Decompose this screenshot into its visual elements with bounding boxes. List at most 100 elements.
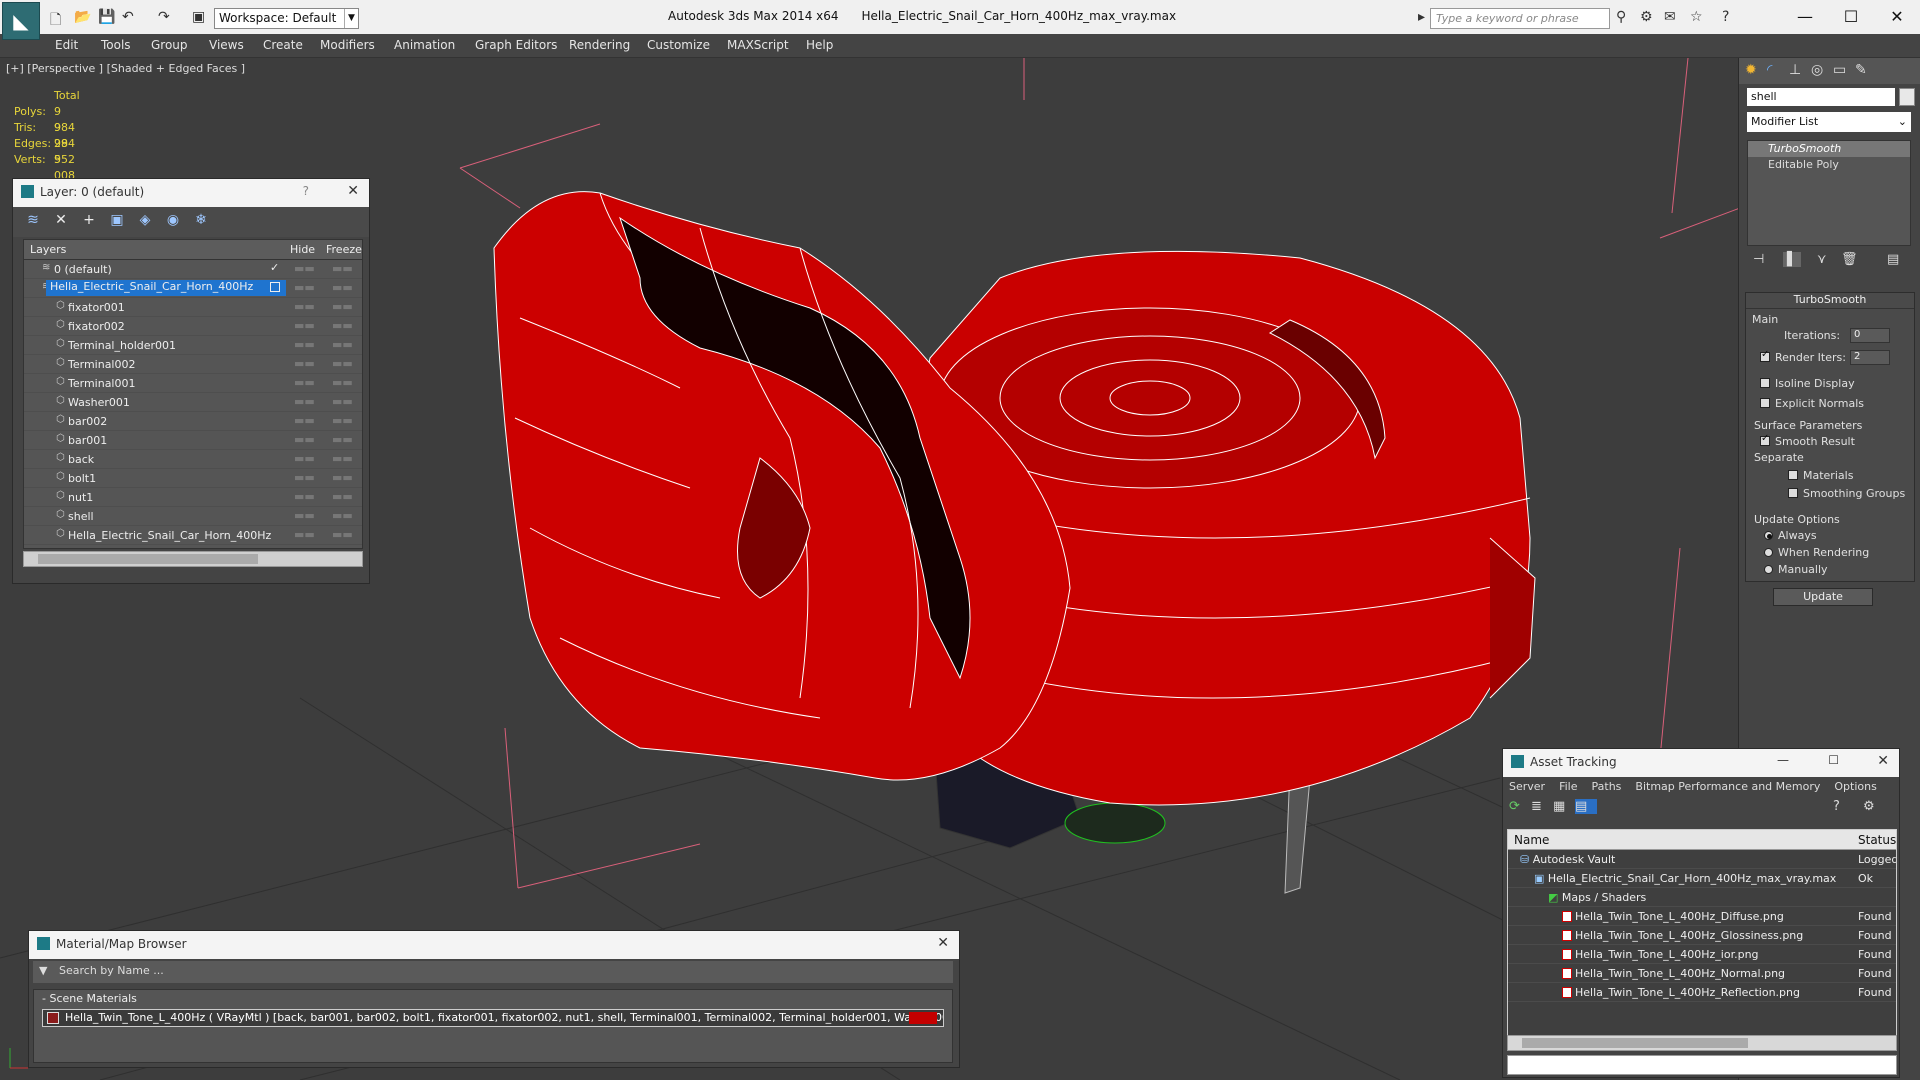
close-icon[interactable]: ✕ <box>1877 753 1889 769</box>
menu-views[interactable]: Views <box>209 38 244 52</box>
freeze-toggle-icon[interactable]: ▬▬ <box>332 319 353 332</box>
smooth-result-checkbox[interactable]: Smooth Result <box>1760 433 1855 448</box>
hide-toggle-icon[interactable]: ▬▬ <box>294 433 315 446</box>
layer-row[interactable]: ⬡ shell ▬▬ ▬▬ <box>24 507 362 526</box>
column-freeze[interactable]: Freeze <box>326 243 362 256</box>
layer-row[interactable]: ≋Hella_Electric_Snail_Car_Horn_400Hz▬▬▬▬ <box>24 279 362 298</box>
maximize-button[interactable]: ☐ <box>1828 4 1874 30</box>
workspace-dropdown[interactable]: Workspace: Default ▼ <box>214 8 359 29</box>
new-file-icon[interactable]: 🗋 <box>50 9 61 33</box>
freeze-toggle-icon[interactable]: ▬▬ <box>332 395 353 408</box>
manually-radio[interactable]: Manually <box>1764 563 1828 576</box>
object-name-field[interactable]: shell <box>1747 88 1895 106</box>
freeze-toggle-icon[interactable]: ▬▬ <box>332 262 353 275</box>
configure-sets-icon[interactable]: ▤ <box>1887 252 1899 267</box>
asset-row[interactable]: Hella_Twin_Tone_L_400Hz_Reflection.png Fo… <box>1508 983 1896 1002</box>
menu-graph-editors[interactable]: Graph Editors <box>475 38 557 52</box>
asset-row[interactable]: ◩ Maps / Shaders <box>1508 888 1896 907</box>
asset-row[interactable]: Hella_Twin_Tone_L_400Hz_Glossiness.png Fo… <box>1508 926 1896 945</box>
material-search-input[interactable]: ▼ Search by Name ... <box>33 961 953 983</box>
asset-row[interactable]: ⛁ Autodesk Vault Logged Out <box>1508 850 1896 869</box>
asset-row[interactable]: ▣ Hella_Electric_Snail_Car_Horn_400Hz_ma… <box>1508 869 1896 888</box>
object-color-swatch[interactable] <box>1899 88 1915 106</box>
modifier-list-dropdown[interactable]: Modifier List ⌄ <box>1747 112 1911 132</box>
layer-row[interactable]: ≋ 0 (default) ▬▬ ▬▬ ✓ <box>24 260 362 279</box>
column-status[interactable]: Status <box>1858 833 1896 847</box>
help-icon[interactable]: ? <box>303 184 309 198</box>
menu-maxscript[interactable]: MAXScript <box>727 38 789 52</box>
hide-toggle-icon[interactable]: ▬▬ <box>294 509 315 522</box>
layer-row[interactable]: ⬡ bar001 ▬▬ ▬▬ <box>24 431 362 450</box>
set-current-box-icon[interactable] <box>270 282 280 292</box>
hierarchy-tab-icon[interactable]: ⊥ <box>1789 62 1811 78</box>
menu-modifiers[interactable]: Modifiers <box>320 38 375 52</box>
pin-stack-icon[interactable]: ⊣ <box>1753 252 1764 267</box>
scene-materials-header[interactable]: - Scene Materials <box>34 990 952 1007</box>
column-name[interactable]: Name <box>1514 833 1549 847</box>
freeze-toggle-icon[interactable]: ▬▬ <box>332 376 353 389</box>
hide-toggle-icon[interactable]: ▬▬ <box>294 490 315 503</box>
rollout-title[interactable]: TurboSmooth <box>1746 293 1914 309</box>
list-view-icon[interactable]: ≣ <box>1531 799 1553 814</box>
communication-icon[interactable]: ✉ <box>1664 9 1676 25</box>
freeze-toggle-icon[interactable]: ▬▬ <box>332 338 353 351</box>
freeze-toggle-icon[interactable]: ▬▬ <box>332 509 353 522</box>
close-icon[interactable]: ✕ <box>937 935 949 951</box>
refresh-icon[interactable]: ⟳ <box>1509 799 1531 814</box>
horizontal-scrollbar[interactable] <box>23 551 363 567</box>
layer-row[interactable]: ⬡ Terminal002 ▬▬ ▬▬ <box>24 355 362 374</box>
app-menu-button[interactable]: ◣ <box>2 2 40 40</box>
material-item[interactable]: Hella_Twin_Tone_L_400Hz ( VRayMtl ) [bac… <box>42 1009 944 1027</box>
menu-customize[interactable]: Customize <box>647 38 710 52</box>
hide-toggle-icon[interactable]: ▬▬ <box>294 471 315 484</box>
freeze-toggle-icon[interactable]: ▬▬ <box>332 281 353 294</box>
menu-edit[interactable]: Edit <box>55 38 78 52</box>
search-input[interactable]: Type a keyword or phrase <box>1430 8 1610 29</box>
display-tab-icon[interactable]: ▭ <box>1833 62 1855 78</box>
delete-layer-icon[interactable]: ✕ <box>49 212 73 228</box>
layer-row[interactable]: ⬡ fixator002 ▬▬ ▬▬ <box>24 317 362 336</box>
iterations-spinner[interactable]: 0 <box>1850 328 1890 343</box>
stack-item-editable-poly[interactable]: Editable Poly <box>1748 157 1910 173</box>
hide-toggle-icon[interactable]: ▬▬ <box>294 338 315 351</box>
layer-row[interactable]: ⬡ bolt1 ▬▬ ▬▬ <box>24 469 362 488</box>
menu-help[interactable]: Help <box>806 38 833 52</box>
layer-row[interactable]: ⬡ back ▬▬ ▬▬ <box>24 450 362 469</box>
layer-row[interactable]: ⬡ fixator001 ▬▬ ▬▬ <box>24 298 362 317</box>
current-layer-check-icon[interactable]: ✓ <box>270 261 279 274</box>
scroll-thumb[interactable] <box>1522 1038 1748 1048</box>
redo-icon[interactable]: ↷ <box>158 9 170 25</box>
menu-group[interactable]: Group <box>151 38 188 52</box>
project-folder-icon[interactable]: ▣ <box>192 9 205 25</box>
asset-menu-options[interactable]: Options <box>1834 780 1876 793</box>
layer-row[interactable]: ⬡ Hella_Electric_Snail_Car_Horn_400Hz ▬▬ ▬▬ <box>24 526 362 545</box>
hide-all-icon[interactable]: ◉ <box>161 212 185 228</box>
hide-toggle-icon[interactable]: ▬▬ <box>294 376 315 389</box>
freeze-toggle-icon[interactable]: ▬▬ <box>332 528 353 541</box>
menu-tools[interactable]: Tools <box>101 38 131 52</box>
show-end-result-icon[interactable]: ▌ <box>1783 252 1801 267</box>
asset-tracking-titlebar[interactable]: Asset Tracking — ☐ ✕ <box>1503 749 1899 777</box>
isoline-checkbox[interactable]: Isoline Display <box>1760 377 1855 390</box>
motion-tab-icon[interactable]: ◎ <box>1811 62 1833 78</box>
asset-menu-paths[interactable]: Paths <box>1592 780 1622 793</box>
layer-row[interactable]: ⬡ bar002 ▬▬ ▬▬ <box>24 412 362 431</box>
smoothing-groups-checkbox[interactable]: Smoothing Groups <box>1788 487 1905 500</box>
help-icon[interactable]: ? <box>1722 9 1729 25</box>
layer-row[interactable]: ⬡ Terminal001 ▬▬ ▬▬ <box>24 374 362 393</box>
freeze-toggle-icon[interactable]: ▬▬ <box>332 300 353 313</box>
undo-icon[interactable]: ↶ <box>122 9 134 25</box>
freeze-toggle-icon[interactable]: ▬▬ <box>332 490 353 503</box>
freeze-all-icon[interactable]: ❄ <box>189 212 213 228</box>
maximize-icon[interactable]: ☐ <box>1828 753 1839 767</box>
asset-row[interactable]: Hella_Twin_Tone_L_400Hz_Normal.png Found <box>1508 964 1896 983</box>
binoculars-icon[interactable]: ⚲ <box>1616 9 1626 25</box>
thumbnail-view-icon[interactable]: ▦ <box>1553 799 1575 814</box>
freeze-toggle-icon[interactable]: ▬▬ <box>332 357 353 370</box>
scroll-thumb[interactable] <box>38 554 258 564</box>
save-file-icon[interactable]: 💾 <box>98 9 115 25</box>
utilities-tab-icon[interactable]: ✎ <box>1855 62 1877 78</box>
hide-toggle-icon[interactable]: ▬▬ <box>294 357 315 370</box>
hide-toggle-icon[interactable]: ▬▬ <box>294 300 315 313</box>
render-iters-checkbox[interactable]: Render Iters: <box>1760 349 1846 364</box>
